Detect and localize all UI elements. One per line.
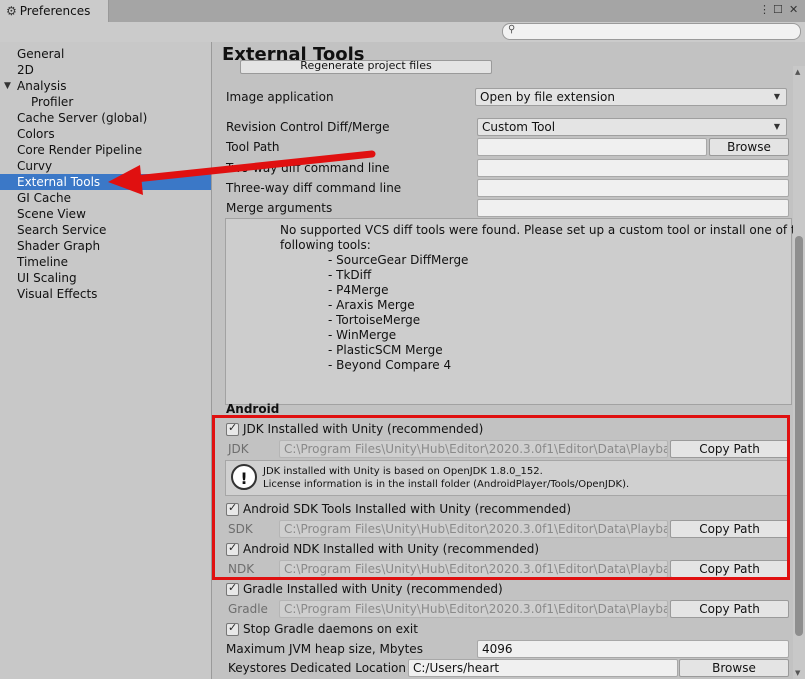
annotation-arrow-icon bbox=[108, 150, 376, 195]
